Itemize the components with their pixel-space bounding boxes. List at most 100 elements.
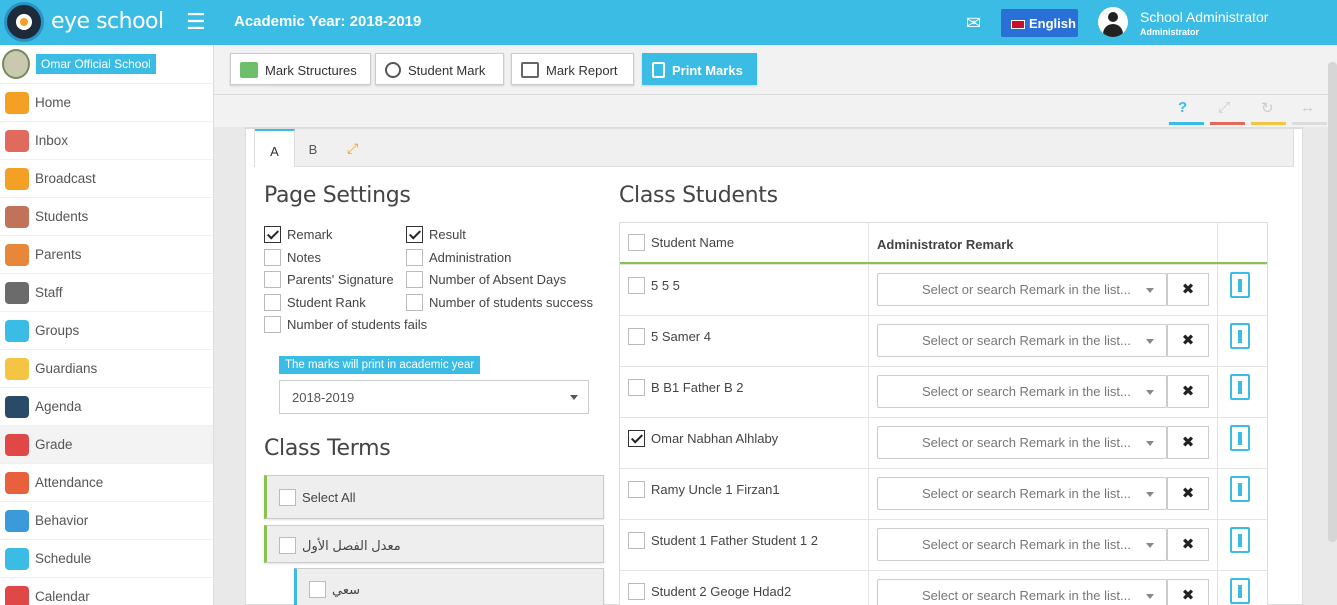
sidebar-item-agenda[interactable]: Agenda <box>0 388 213 426</box>
table-body: 5 5 5 Select or search Remark in the list… <box>620 264 1267 605</box>
print-document-icon[interactable] <box>1230 374 1250 400</box>
clear-remark-button[interactable]: ✖ <box>1167 426 1209 459</box>
option-students-fails[interactable]: Number of students fails <box>264 316 427 333</box>
option-checkbox[interactable] <box>264 226 281 243</box>
term-item[interactable]: معدل الفصل الأول <box>264 525 604 563</box>
student-checkbox[interactable] <box>628 328 645 345</box>
print-document-icon[interactable] <box>1230 476 1250 502</box>
academic-year-select[interactable]: 2018-2019 <box>279 380 589 414</box>
sidebar-item-students[interactable]: Students <box>0 198 213 236</box>
sidebar-item-staff[interactable]: Staff <box>0 274 213 312</box>
term-checkbox[interactable] <box>279 537 296 554</box>
refresh-icon[interactable]: ↻ <box>1261 99 1274 117</box>
academic-year-value: 2018-2019 <box>292 390 355 405</box>
print-document-icon[interactable] <box>1230 527 1250 553</box>
sidebar-item-guardians[interactable]: Guardians <box>0 350 213 388</box>
sidebar-item-parents[interactable]: Parents <box>0 236 213 274</box>
school-selector[interactable]: Omar Official School <box>0 45 213 84</box>
remark-cell: Select or search Remark in the list... ✖ <box>869 265 1218 315</box>
mark-structures-button[interactable]: Mark Structures <box>230 53 371 85</box>
student-checkbox[interactable] <box>628 430 645 447</box>
eye-school-logo[interactable] <box>4 2 44 42</box>
option-checkbox[interactable] <box>264 249 281 266</box>
option-administration[interactable]: Administration <box>406 249 511 266</box>
option-notes[interactable]: Notes <box>264 249 321 266</box>
sidebar-item-behavior[interactable]: Behavior <box>0 502 213 540</box>
sidebar-item-groups[interactable]: Groups <box>0 312 213 350</box>
header-checkbox[interactable] <box>628 234 645 251</box>
student-checkbox[interactable] <box>628 583 645 600</box>
remark-select[interactable]: Select or search Remark in the list... <box>877 273 1167 306</box>
print-document-icon[interactable] <box>1230 425 1250 451</box>
user-name[interactable]: School Administrator <box>1140 9 1268 25</box>
remark-select[interactable]: Select or search Remark in the list... <box>877 324 1167 357</box>
option-parents-signature[interactable]: Parents' Signature <box>264 271 394 288</box>
page-scrollbar[interactable] <box>1328 62 1337 542</box>
sidebar-item-calendar[interactable]: Calendar <box>0 578 213 605</box>
clear-remark-button[interactable]: ✖ <box>1167 375 1209 408</box>
remark-select[interactable]: Select or search Remark in the list... <box>877 477 1167 510</box>
tab-a[interactable]: A <box>255 129 295 167</box>
option-remark[interactable]: Remark <box>264 226 333 243</box>
school-name[interactable]: Omar Official School <box>36 54 156 74</box>
option-checkbox[interactable] <box>264 271 281 288</box>
expand-icon[interactable]: ⤢ <box>347 140 358 157</box>
student-select[interactable]: 5 Samer 4 <box>628 328 711 345</box>
student-select[interactable]: Omar Nabhan Alhlaby <box>628 430 778 447</box>
header-select-all[interactable]: Student Name <box>628 234 734 251</box>
remark-select[interactable]: Select or search Remark in the list... <box>877 579 1167 605</box>
option-student-rank[interactable]: Student Rank <box>264 294 366 311</box>
sidebar-item-grade[interactable]: Grade <box>0 426 213 464</box>
option-checkbox[interactable] <box>406 294 423 311</box>
option-label: Notes <box>287 250 321 265</box>
sidebar-item-attendance[interactable]: Attendance <box>0 464 213 502</box>
fullscreen-icon[interactable]: ⤢ <box>1218 99 1230 116</box>
print-document-icon[interactable] <box>1230 272 1250 298</box>
sidebar-item-home[interactable]: Home <box>0 84 213 122</box>
language-button[interactable]: English <box>1001 9 1078 37</box>
sub-term-checkbox[interactable] <box>309 581 326 598</box>
help-icon[interactable]: ? <box>1178 99 1187 116</box>
option-result[interactable]: Result <box>406 226 466 243</box>
option-checkbox[interactable] <box>264 316 281 333</box>
student-select[interactable]: Ramy Uncle 1 Firzan1 <box>628 481 780 498</box>
sub-term-item[interactable]: سعي <box>294 568 604 605</box>
option-checkbox[interactable] <box>406 271 423 288</box>
remark-select[interactable]: Select or search Remark in the list... <box>877 426 1167 459</box>
option-checkbox[interactable] <box>264 294 281 311</box>
student-select[interactable]: B B1 Father B 2 <box>628 379 744 396</box>
user-avatar-icon[interactable] <box>1098 7 1128 37</box>
student-select[interactable]: Student 2 Geoge Hdad2 <box>628 583 791 600</box>
menu-toggle-icon[interactable]: ☰ <box>186 11 206 33</box>
sidebar-item-broadcast[interactable]: Broadcast <box>0 160 213 198</box>
student-checkbox[interactable] <box>628 379 645 396</box>
remark-select[interactable]: Select or search Remark in the list... <box>877 375 1167 408</box>
select-all-checkbox[interactable] <box>279 489 296 506</box>
option-checkbox[interactable] <box>406 249 423 266</box>
student-checkbox[interactable] <box>628 532 645 549</box>
student-checkbox[interactable] <box>628 481 645 498</box>
student-checkbox[interactable] <box>628 277 645 294</box>
remark-select[interactable]: Select or search Remark in the list... <box>877 528 1167 561</box>
option-checkbox[interactable] <box>406 226 423 243</box>
sidebar-item-schedule[interactable]: Schedule <box>0 540 213 578</box>
print-document-icon[interactable] <box>1230 323 1250 349</box>
tab-b[interactable]: B <box>297 129 329 167</box>
mail-icon[interactable]: ✉ <box>966 13 981 34</box>
sidebar-item-inbox[interactable]: Inbox <box>0 122 213 160</box>
option-absent-days[interactable]: Number of Absent Days <box>406 271 566 288</box>
clear-remark-button[interactable]: ✖ <box>1167 324 1209 357</box>
option-students-success[interactable]: Number of students success <box>406 294 593 311</box>
mark-report-button[interactable]: Mark Report <box>511 53 634 85</box>
student-mark-button[interactable]: Student Mark <box>375 53 504 85</box>
clear-remark-button[interactable]: ✖ <box>1167 273 1209 306</box>
print-marks-button[interactable]: Print Marks <box>642 53 757 85</box>
clear-remark-button[interactable]: ✖ <box>1167 579 1209 605</box>
select-all-terms[interactable]: Select All <box>264 475 604 519</box>
collapse-icon[interactable]: ↔ <box>1300 99 1315 116</box>
student-select[interactable]: Student 1 Father Student 1 2 <box>628 532 818 549</box>
student-select[interactable]: 5 5 5 <box>628 277 680 294</box>
print-document-icon[interactable] <box>1230 578 1250 604</box>
clear-remark-button[interactable]: ✖ <box>1167 477 1209 510</box>
clear-remark-button[interactable]: ✖ <box>1167 528 1209 561</box>
